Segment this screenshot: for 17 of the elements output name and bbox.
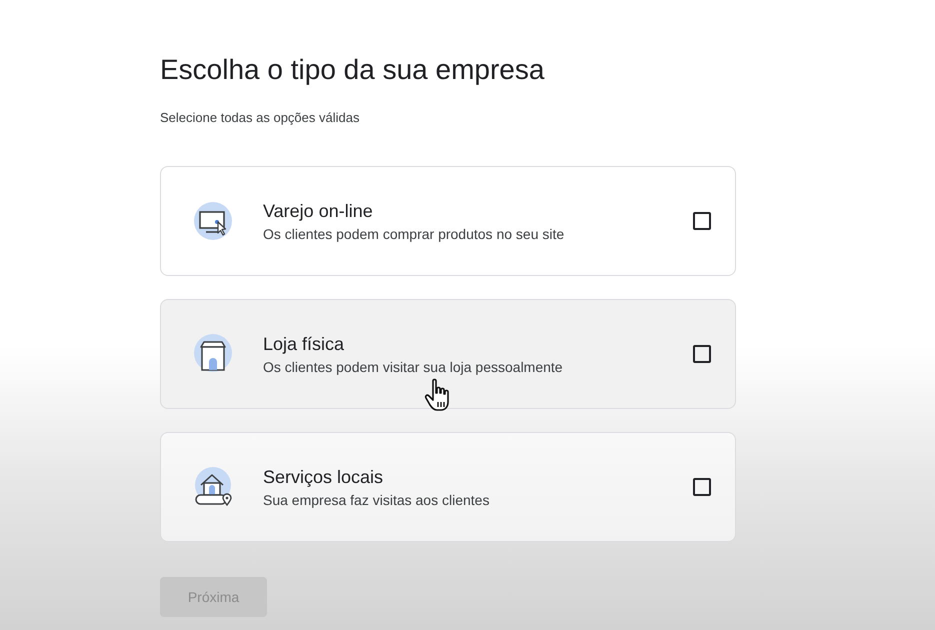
option-description: Os clientes podem visitar sua loja pessoalmente	[263, 358, 564, 376]
option-card[interactable]: Varejo on-line Os clientes podem comprar produtos no seu site	[160, 166, 736, 276]
checkbox[interactable]	[693, 478, 711, 496]
option-description: Sua empresa faz visitas aos clientes	[263, 490, 490, 508]
option-card[interactable]: Serviços locais Sua empresa faz visitas aos clientes	[160, 432, 736, 542]
checkbox[interactable]	[693, 345, 711, 363]
monitor-cursor-icon	[193, 201, 233, 241]
option-title: Serviços locais	[263, 466, 384, 488]
storefront-icon	[193, 334, 233, 374]
page-title: Escolha o tipo da sua empresa	[160, 53, 546, 87]
checkbox[interactable]	[693, 212, 711, 230]
page-subtitle: Selecione todas as opções válidas	[160, 110, 360, 126]
option-description: Os clientes podem comprar produtos no seu site	[263, 224, 566, 242]
option-title: Loja física	[263, 332, 346, 354]
option-card[interactable]: Loja física Os clientes podem visitar sua loja pessoalmente	[160, 299, 736, 409]
house-map-pin-icon	[193, 467, 233, 507]
option-title: Varejo on-line	[263, 200, 374, 222]
